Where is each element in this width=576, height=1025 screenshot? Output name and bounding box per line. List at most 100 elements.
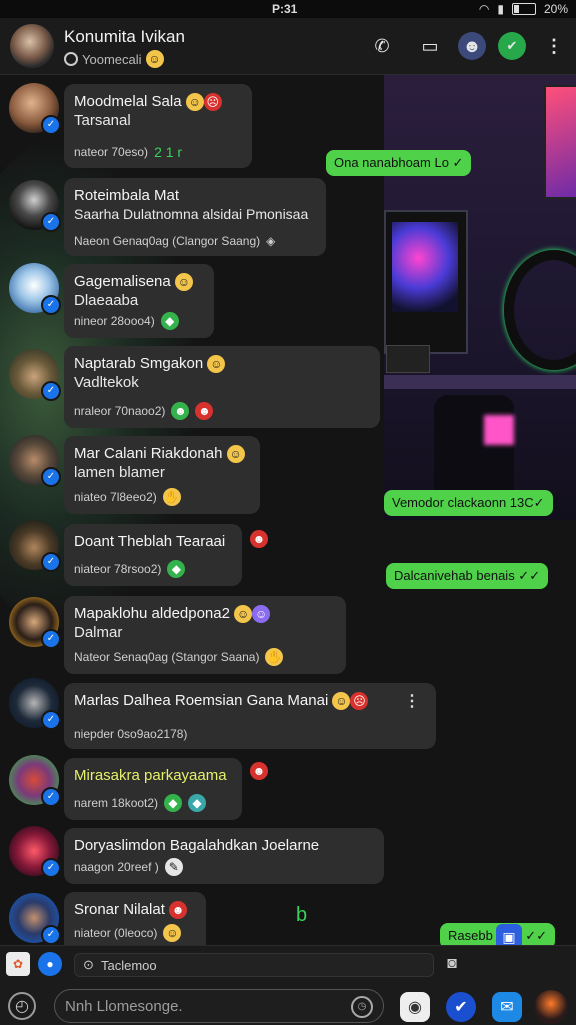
- message-bubble[interactable]: Roteimbala Mat Saarha Dulatnomna alsidai…: [64, 178, 326, 256]
- sender-name: Marlas Dalhea Roemsian Gana Manai ☺ ☹: [74, 691, 426, 711]
- outgoing-message[interactable]: Dalcanivehab benais ✓✓: [386, 563, 549, 589]
- smile-emoji-icon: ☺: [207, 355, 226, 374]
- message-bubble[interactable]: Naptarab Smgakon ☺ Vadltekok nraleor 70n…: [64, 346, 380, 428]
- typing-indicator-icon: b: [296, 904, 308, 926]
- pencil-sticker-icon: ✎: [164, 858, 183, 876]
- profile-avatar[interactable]: [534, 990, 568, 1024]
- wink-emoji-icon: ☺: [163, 924, 182, 942]
- battery-icon: [511, 3, 536, 15]
- chat-title[interactable]: Konumita Ivikan: [64, 27, 185, 47]
- avatar[interactable]: ✓: [9, 597, 61, 649]
- message-text: Dlaeaaba: [74, 292, 139, 310]
- message-meta: narem 18koot2): [74, 796, 159, 810]
- verified-badge-icon: ✓: [41, 295, 61, 315]
- battery-percent: 20%: [543, 2, 568, 16]
- message-meta: nateor 70eso): [74, 145, 149, 159]
- contacts-app-icon[interactable]: ●: [38, 952, 62, 976]
- gem-emoji-icon: ◆: [167, 560, 186, 578]
- message-bubble[interactable]: Gagemalisena ☺ Dlaeaaba nineor 28ooo4) ◆: [64, 264, 214, 338]
- group-avatar[interactable]: [10, 24, 54, 68]
- signal-icon: ▮: [497, 2, 504, 16]
- message-bubble[interactable]: Mar Calani Riakdonah ☺ lamen blamer niat…: [64, 436, 260, 514]
- smile-emoji-icon: ☺: [145, 50, 164, 68]
- message-bubble[interactable]: Doryaslimdon Bagalahdkan Joelarne naagon…: [64, 828, 384, 884]
- message-text: Vadltekok: [74, 374, 139, 392]
- avatar[interactable]: ✓: [9, 349, 61, 401]
- avatar[interactable]: ✓: [9, 826, 61, 878]
- verified-badge-icon: ✓: [41, 115, 61, 135]
- message-meta: nraleor 70naoo2): [74, 404, 166, 418]
- emoji-picker-icon[interactable]: ◷: [351, 996, 373, 1018]
- message-text: lamen blamer: [74, 464, 165, 482]
- avatar[interactable]: ✓: [9, 678, 61, 730]
- verified-app-icon[interactable]: ✔: [446, 992, 476, 1022]
- sender-name: Moodmelal Sala ☺ ☹: [74, 92, 242, 112]
- sender-name: Roteimbala Mat: [74, 187, 180, 204]
- video-call-icon[interactable]: ▭: [416, 32, 444, 60]
- message-bubble[interactable]: Moodmelal Sala ☺ ☹ Tarsanal nateor 70eso)…: [64, 84, 252, 168]
- message-bubble[interactable]: Marlas Dalhea Roemsian Gana Manai ☺ ☹ nie…: [64, 683, 436, 749]
- smile-emoji-icon: ☺: [234, 605, 253, 624]
- avatar[interactable]: ✓: [9, 520, 61, 572]
- avatar[interactable]: ✓: [9, 893, 61, 945]
- status-time: P:31: [272, 2, 298, 16]
- composer-bar: ✿ ● ⊙ Taclemoo ◙ ◴ Nnh Llomesonge. ◷ ◉ ✔…: [0, 945, 576, 1025]
- sticker-icon: ◈: [266, 234, 276, 248]
- devil-emoji-icon: ☻: [195, 402, 214, 420]
- phone-icon[interactable]: ✆: [368, 32, 396, 60]
- smile-emoji-icon: ☺: [226, 445, 245, 464]
- sender-name: Doant Theblah Tearaai: [74, 533, 226, 550]
- camera-icon[interactable]: ◙: [440, 952, 464, 976]
- avatar[interactable]: ✓: [9, 435, 61, 487]
- verified-badge-icon: ✓: [41, 552, 61, 572]
- avatar[interactable]: ✓: [9, 263, 61, 315]
- sender-name: Sronar Nilalat ☻: [74, 900, 196, 920]
- verified-check-icon[interactable]: ✔: [498, 32, 526, 60]
- mail-app-icon[interactable]: ✉: [492, 992, 522, 1022]
- message-text: Saarha Dulatnomna alsidai Pmonisaa: [74, 206, 309, 222]
- search-input[interactable]: ⊙ Taclemoo: [74, 953, 434, 977]
- laugh-emoji-icon: ☺: [332, 692, 351, 711]
- group-faces-icon[interactable]: ☻: [458, 32, 486, 60]
- timer-icon[interactable]: ◴: [8, 992, 36, 1020]
- message-bubble[interactable]: Mapaklohu aldedpona2 ☺ ☺ Dalmar Nateor Se…: [64, 596, 346, 674]
- alien-emoji-icon: ☻: [171, 402, 190, 420]
- sender-name: Naptarab Smgakon ☺: [74, 354, 370, 374]
- message-meta: niateor (0leoco): [74, 926, 158, 940]
- gem-emoji-icon: ◆: [160, 312, 179, 330]
- message-meta: niepder 0so9ao2178): [74, 727, 188, 741]
- message-bubble[interactable]: Mirasakra parkayaama narem 18koot2) ◆ ◆: [64, 758, 242, 820]
- verified-badge-icon: ✓: [41, 710, 61, 730]
- sender-name: Mar Calani Riakdonah ☺: [74, 444, 250, 464]
- message-bubble[interactable]: Sronar Nilalat ☻ niateor (0leoco) ☺: [64, 892, 206, 946]
- laugh-emoji-icon: ☺: [185, 93, 204, 112]
- search-icon: ⊙: [83, 957, 94, 972]
- verified-badge-icon: ✓: [41, 925, 61, 945]
- message-meta: nineor 28ooo4): [74, 314, 155, 328]
- outgoing-message[interactable]: Vemodor clackaonn 13C✓: [384, 490, 553, 516]
- gem-emoji-icon: ◆: [164, 794, 183, 812]
- message-meta: niateor 78rsoo2): [74, 562, 162, 576]
- verified-badge-icon: ✓: [41, 212, 61, 232]
- sender-name: Mirasakra parkayaama: [74, 767, 227, 784]
- grin-emoji-icon: ☺: [174, 273, 193, 292]
- more-options-icon[interactable]: ⋮: [540, 32, 568, 60]
- outgoing-message[interactable]: Ona nanabhoam Lo ✓: [326, 150, 472, 176]
- sender-name: Doryaslimdon Bagalahdkan Joelarne: [74, 837, 320, 854]
- message-options-icon[interactable]: ⋮: [404, 691, 420, 711]
- avatar[interactable]: ✓: [9, 83, 61, 135]
- verified-badge-icon: ✓: [41, 629, 61, 649]
- camera-button-icon[interactable]: ◉: [400, 992, 430, 1022]
- avatar[interactable]: ✓: [9, 755, 61, 807]
- message-text: Dalmar: [74, 624, 123, 642]
- message-input[interactable]: Nnh Llomesonge. ◷: [54, 989, 384, 1023]
- hand-emoji-icon: ✋: [265, 648, 284, 666]
- angry-emoji-icon: ☹: [350, 692, 369, 711]
- gaming-room-image: [384, 75, 576, 520]
- chat-header: Konumita Ivikan Yoomecali ☺ ✆ ▭ ☻ ✔ ⋮: [0, 18, 576, 75]
- message-text: Tarsanal: [74, 112, 131, 130]
- message-bubble[interactable]: Doant Theblah Tearaai niateor 78rsoo2) ◆: [64, 524, 242, 586]
- photos-app-icon[interactable]: ✿: [6, 952, 30, 976]
- verified-badge-icon: ✓: [41, 787, 61, 807]
- avatar[interactable]: ✓: [9, 180, 61, 232]
